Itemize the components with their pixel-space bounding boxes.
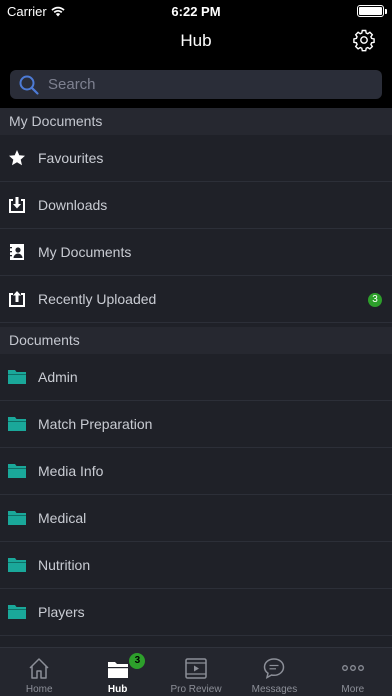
folder-icon [8, 509, 26, 527]
list-item-admin[interactable]: Admin [0, 354, 392, 401]
tab-label: Home [25, 684, 53, 695]
tab-messages[interactable]: Messages [235, 648, 313, 696]
page-title: Hub [180, 31, 212, 50]
folder-icon [8, 368, 26, 386]
upload-icon [8, 290, 26, 308]
list-item-label: Recently Uploaded [38, 291, 157, 307]
section-header-my-documents: My Documents [0, 108, 392, 135]
list-item-label: Match Preparation [38, 416, 153, 432]
list-item-label: Favourites [38, 150, 104, 166]
list-item-downloads[interactable]: Downloads [0, 182, 392, 229]
video-icon [185, 658, 207, 679]
documents-list: Admin Match Preparation Media Info Medic… [0, 354, 392, 636]
search-container [0, 62, 392, 108]
tab-badge: 3 [129, 653, 146, 669]
list-item-nutrition[interactable]: Nutrition [0, 542, 392, 589]
folder-icon [8, 415, 26, 433]
list-item-label: Nutrition [38, 557, 91, 573]
hub-icon [107, 662, 128, 678]
search-input[interactable] [48, 76, 348, 93]
list-item-media-info[interactable]: Media Info [0, 448, 392, 495]
status-bar: Carrier 6:22 PM [0, 0, 392, 22]
more-icon [341, 665, 364, 671]
tab-hub[interactable]: 3 Hub [78, 648, 156, 696]
list-item-label: Players [38, 604, 85, 620]
list-item-favourites[interactable]: Favourites [0, 135, 392, 182]
list-item-label: Downloads [38, 197, 108, 213]
personal-folder-icon [8, 243, 26, 261]
tab-bar: Home 3 Hub Pro Review Messages More [0, 647, 392, 696]
search-icon [19, 75, 39, 95]
list-item-my-documents[interactable]: My Documents [0, 229, 392, 276]
tab-label: Messages [251, 684, 298, 695]
list-item-label: Admin [38, 369, 78, 385]
my-documents-list: Favourites Downloads My Documents Recent… [0, 135, 392, 323]
list-item-recently-uploaded[interactable]: Recently Uploaded 3 [0, 276, 392, 323]
folder-icon [8, 462, 26, 480]
list-item-label: Media Info [38, 463, 104, 479]
list-item-label: My Documents [38, 244, 132, 260]
list-item-medical[interactable]: Medical [0, 495, 392, 542]
section-header-documents: Documents [0, 327, 392, 354]
list-item-label: Medical [38, 510, 87, 526]
home-icon [29, 658, 49, 679]
tab-home[interactable]: Home [0, 648, 78, 696]
nav-bar: Hub [0, 22, 392, 62]
tab-label: Pro Review [170, 684, 222, 695]
list-item-players[interactable]: Players [0, 589, 392, 636]
status-time: 6:22 PM [171, 4, 221, 19]
download-icon [8, 196, 26, 214]
folder-icon [8, 603, 26, 621]
battery-icon [357, 5, 387, 17]
tab-label: More [341, 684, 365, 695]
gear-icon[interactable] [352, 28, 376, 52]
tab-label: Hub [107, 684, 128, 695]
star-icon [8, 149, 26, 167]
folder-icon [8, 556, 26, 574]
tab-pro-review[interactable]: Pro Review [157, 648, 235, 696]
search-bar[interactable] [10, 70, 382, 99]
tab-more[interactable]: More [314, 648, 392, 696]
chat-icon [264, 658, 285, 679]
count-badge: 3 [368, 293, 382, 307]
list-item-match-preparation[interactable]: Match Preparation [0, 401, 392, 448]
